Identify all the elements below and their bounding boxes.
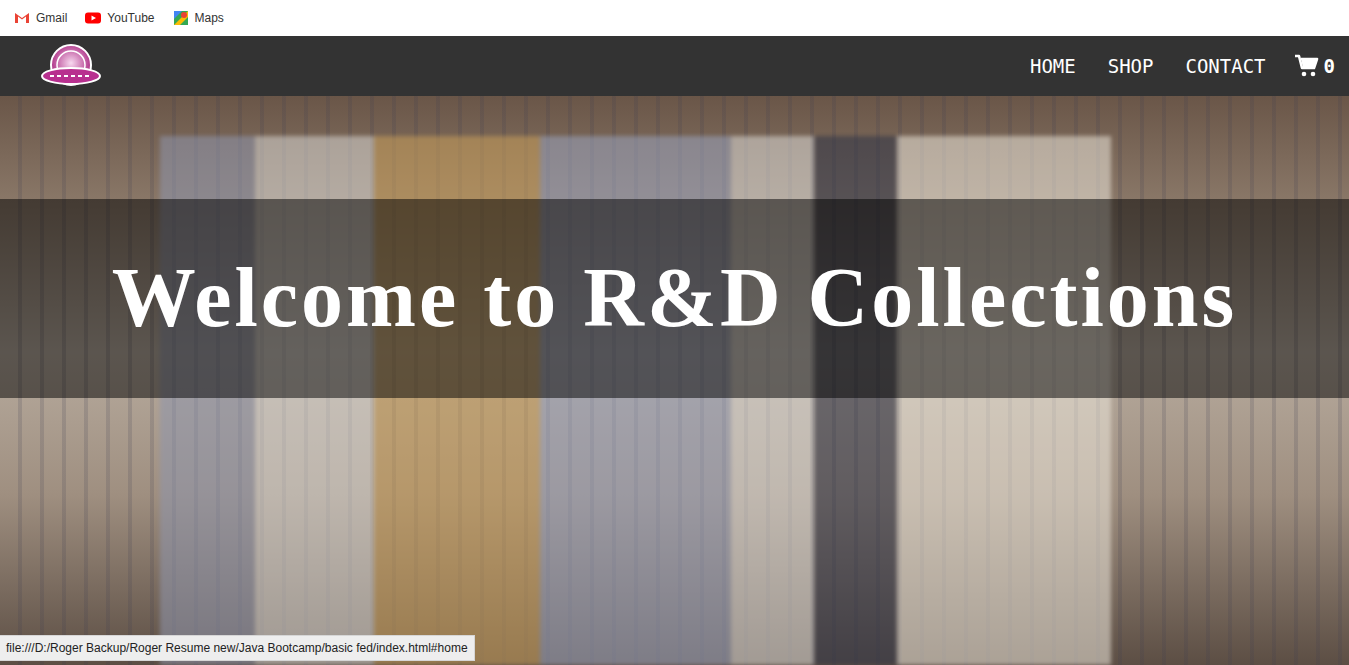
nav-link[interactable]: HOME	[1016, 46, 1090, 87]
bookmark-label: Maps	[195, 9, 224, 27]
cart-button[interactable]: 0	[1284, 52, 1335, 81]
logo[interactable]	[40, 42, 102, 90]
cart-icon	[1294, 54, 1320, 78]
nav-link[interactable]: CONTACT	[1171, 46, 1279, 87]
bookmark[interactable]: Gmail	[14, 9, 67, 27]
bookmarks-bar: Gmail YouTube Maps	[0, 0, 1349, 36]
hero-title: Welcome to R&D Collections	[112, 252, 1237, 344]
hero-banner: Welcome to R&D Collections	[0, 96, 1349, 665]
bookmark-label: YouTube	[107, 9, 154, 27]
maps-icon	[173, 10, 189, 26]
status-bar: file:///D:/Roger Backup/Roger Resume new…	[0, 635, 475, 661]
hero-band: Welcome to R&D Collections	[0, 199, 1349, 398]
bookmark-label: Gmail	[36, 9, 67, 27]
bookmark[interactable]: Maps	[173, 9, 224, 27]
youtube-icon	[85, 10, 101, 26]
bookmark[interactable]: YouTube	[85, 9, 154, 27]
gmail-icon	[14, 10, 30, 26]
navbar: HOMESHOPCONTACT 0	[0, 36, 1349, 96]
logo-icon	[40, 42, 102, 90]
cart-count: 0	[1324, 52, 1335, 81]
nav-link[interactable]: SHOP	[1094, 46, 1168, 87]
nav-menu: HOMESHOPCONTACT 0	[1016, 46, 1335, 87]
